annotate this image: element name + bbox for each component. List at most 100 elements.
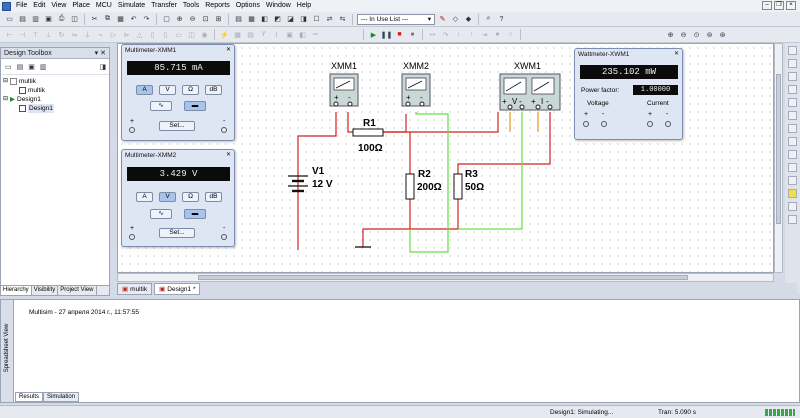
menu-mcu[interactable]: MCU (93, 0, 115, 12)
iv-analyzer-icon[interactable] (788, 163, 797, 172)
vertical-scroll-thumb[interactable] (776, 74, 781, 224)
oscilloscope-icon[interactable] (788, 85, 797, 94)
hierarchy-icon[interactable]: ◨ (99, 61, 108, 72)
zoom-out-icon[interactable]: ⊖ (187, 14, 198, 25)
xmm1-db-button[interactable]: dB (205, 85, 222, 95)
spreadsheet-icon[interactable]: ▦ (246, 14, 257, 25)
in-use-list-select[interactable]: --- In Use List --- ▾ (357, 13, 435, 25)
function-generator-icon[interactable] (788, 59, 797, 68)
align-bottom-icon[interactable]: ⊥ (43, 29, 54, 40)
design-toolbox-icon[interactable]: ▤ (233, 14, 244, 25)
probe-icon[interactable] (788, 189, 797, 198)
breakpoint-icon[interactable]: ● (492, 29, 503, 40)
print-icon[interactable]: ⎙ (56, 14, 67, 25)
xwm1-current-plus-terminal[interactable] (647, 121, 653, 127)
redo-icon[interactable]: ↷ (141, 14, 152, 25)
xmm2-dc-button[interactable]: ▬ (184, 209, 206, 219)
close-design-icon[interactable]: ▥ (39, 61, 48, 72)
tab-design1[interactable]: ▣ Design1 * (154, 283, 201, 295)
menu-file[interactable]: File (13, 0, 30, 12)
xmm2-ammeter-button[interactable]: A (136, 192, 153, 202)
source-icon[interactable]: ⏚ (82, 29, 93, 40)
zoom-sheet-icon[interactable]: ⊞ (213, 14, 224, 25)
zoom-window-icon[interactable]: ⊚ (704, 29, 715, 40)
menu-tools[interactable]: Tools (180, 0, 202, 12)
schematic-canvas[interactable]: XMM1 XMM2 XWM1 + - + - + V - + I - V1 12… (117, 43, 774, 273)
menu-place[interactable]: Place (69, 0, 93, 12)
resistor-r1[interactable] (352, 128, 384, 137)
wattmeter-xwm1-window[interactable]: Wattmeter-XWM1 ✕ 235.102 mW Power factor… (574, 48, 683, 140)
xmm2-db-button[interactable]: dB (205, 192, 222, 202)
tree-item-multik-sheet[interactable]: multik (3, 86, 107, 95)
xwm1-voltage-minus-terminal[interactable] (601, 121, 607, 127)
step-over-icon[interactable]: ↷ (440, 29, 451, 40)
xwm1-voltage-plus-terminal[interactable] (583, 121, 589, 127)
postprocessor-icon[interactable]: ◨ (298, 14, 309, 25)
xmm1-dc-button[interactable]: ▬ (184, 101, 206, 111)
xmm2-minus-terminal[interactable] (221, 234, 227, 240)
undo-icon[interactable]: ↶ (128, 14, 139, 25)
diode-icon[interactable]: ▷ (108, 29, 119, 40)
bode-plotter-icon[interactable] (788, 98, 797, 107)
pause-icon[interactable]: ❚❚ (381, 29, 393, 40)
fullscreen-icon[interactable]: ▢ (161, 14, 172, 25)
close-icon[interactable]: ✕ (226, 150, 231, 161)
distortion-analyzer-icon[interactable] (788, 176, 797, 185)
open-sample-icon[interactable]: ▥ (30, 14, 41, 25)
bus-icon[interactable]: ═ (310, 29, 321, 40)
print-preview-icon[interactable]: ◫ (69, 14, 80, 25)
cmos-icon[interactable]: ▯ (160, 29, 171, 40)
meter-xwm1[interactable] (499, 73, 561, 111)
xmm1-ammeter-button[interactable]: A (136, 85, 153, 95)
electromechanical-icon[interactable]: ⌇ (271, 29, 282, 40)
xmm1-set-button[interactable]: Set... (159, 121, 195, 131)
frequency-counter-icon[interactable] (788, 111, 797, 120)
xmm2-ohmmeter-button[interactable]: Ω (182, 192, 199, 202)
help-question-icon[interactable]: ? (496, 14, 507, 25)
hierarchical-icon[interactable]: ◧ (297, 29, 308, 40)
xmm2-set-button[interactable]: Set... (159, 228, 195, 238)
tree-item-multik[interactable]: ⊟ multik (3, 77, 107, 86)
tree-item-design1[interactable]: ⊟ ▶ Design1 (3, 95, 107, 104)
step-into-icon[interactable]: ↓ (453, 29, 464, 40)
horizontal-scrollbar[interactable] (117, 273, 774, 282)
tab-results[interactable]: Results (15, 392, 44, 402)
zoom-full-icon[interactable]: ⊛ (717, 29, 728, 40)
indicator-icon[interactable]: ◉ (199, 29, 210, 40)
analog-icon[interactable]: △ (134, 29, 145, 40)
xmm1-minus-terminal[interactable] (221, 127, 227, 133)
new-file-icon[interactable]: ▭ (4, 14, 15, 25)
menu-view[interactable]: View (48, 0, 69, 12)
options-icon[interactable]: ◆ (463, 14, 474, 25)
menu-window[interactable]: Window (263, 0, 294, 12)
mcu-icon[interactable]: ▣ (284, 29, 295, 40)
menu-help[interactable]: Help (294, 0, 314, 12)
advanced-icon[interactable]: ▤ (245, 29, 256, 40)
zoom-fit-icon[interactable]: ⊙ (691, 29, 702, 40)
menu-transfer[interactable]: Transfer (148, 0, 180, 12)
save-design-icon[interactable]: ▣ (27, 61, 36, 72)
flip-icon[interactable]: ⇋ (69, 29, 80, 40)
xmm1-plus-terminal[interactable] (129, 127, 135, 133)
restore-icon[interactable]: ❐ (774, 1, 784, 10)
align-right-icon[interactable]: ⊣ (17, 29, 28, 40)
zoom-area-icon[interactable]: ⊡ (200, 14, 211, 25)
education-icon[interactable]: ◇ (450, 14, 461, 25)
close-icon[interactable]: ✕ (674, 49, 679, 60)
paste-icon[interactable]: ▦ (115, 14, 126, 25)
xmm1-ohmmeter-button[interactable]: Ω (182, 85, 199, 95)
close-icon[interactable]: × (786, 1, 796, 10)
open-folder-icon[interactable]: ▤ (17, 14, 28, 25)
tree-item-design1-sheet[interactable]: Design1 (3, 104, 107, 113)
rf-icon[interactable]: Y (258, 29, 269, 40)
wattmeter-icon[interactable] (788, 72, 797, 81)
menu-options[interactable]: Options (233, 0, 263, 12)
basic-icon[interactable]: ⌁ (95, 29, 106, 40)
remove-breakpoints-icon[interactable]: ○ (505, 29, 516, 40)
transistor-icon[interactable]: ⊳ (121, 29, 132, 40)
step-icon[interactable]: ↦ (427, 29, 438, 40)
mixed-icon[interactable]: ◫ (186, 29, 197, 40)
power-icon[interactable]: ⚡ (219, 29, 230, 40)
current-probe-icon[interactable] (788, 215, 797, 224)
align-left-icon[interactable]: ⊢ (4, 29, 15, 40)
